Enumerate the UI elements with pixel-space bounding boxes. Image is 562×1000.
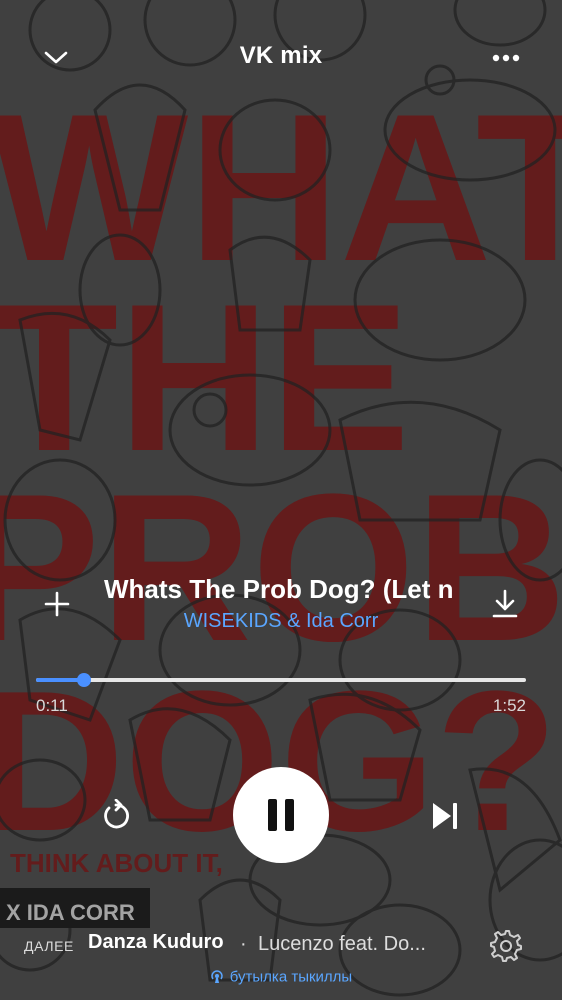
pause-icon [268, 799, 294, 831]
track-title: Whats The Prob Dog? (Let n [104, 574, 454, 604]
progress-knob[interactable] [77, 673, 92, 687]
skip-next-icon [433, 803, 457, 829]
track-artist-link[interactable]: WISEKIDS & Ida Corr [0, 610, 562, 633]
up-next-track-title: Danza Kuduro [88, 931, 224, 953]
gear-icon [490, 930, 522, 962]
player-header: VK mix [0, 0, 562, 110]
more-options-button[interactable] [484, 38, 528, 78]
playlist-title: VK mix [239, 42, 323, 69]
track-duration: 1:52 [492, 696, 526, 715]
player-settings-button[interactable] [487, 927, 525, 965]
broadcast-text: бутылка тыкиллы [229, 968, 353, 986]
up-next-label: ДАЛЕЕ [24, 938, 74, 954]
repeat-icon [104, 799, 129, 829]
repeat-button[interactable] [96, 795, 136, 835]
current-time: 0:11 [36, 696, 68, 715]
download-button[interactable] [484, 583, 526, 625]
progress-track [36, 678, 526, 682]
next-track-button[interactable] [424, 795, 466, 837]
more-horizontal-icon [492, 54, 520, 62]
up-next-bar[interactable]: ДАЛЕЕ Danza Kuduro · Lucenzo feat. Do... [0, 922, 562, 966]
playback-progress-slider[interactable] [36, 673, 526, 687]
up-next-separator: · [240, 933, 247, 955]
up-next-artist: Lucenzo feat. Do... [258, 933, 426, 955]
broadcast-source-link[interactable]: бутылка тыкиллы [0, 968, 562, 986]
download-icon [492, 589, 518, 618]
pause-button[interactable] [233, 767, 329, 863]
broadcast-icon [211, 970, 223, 984]
